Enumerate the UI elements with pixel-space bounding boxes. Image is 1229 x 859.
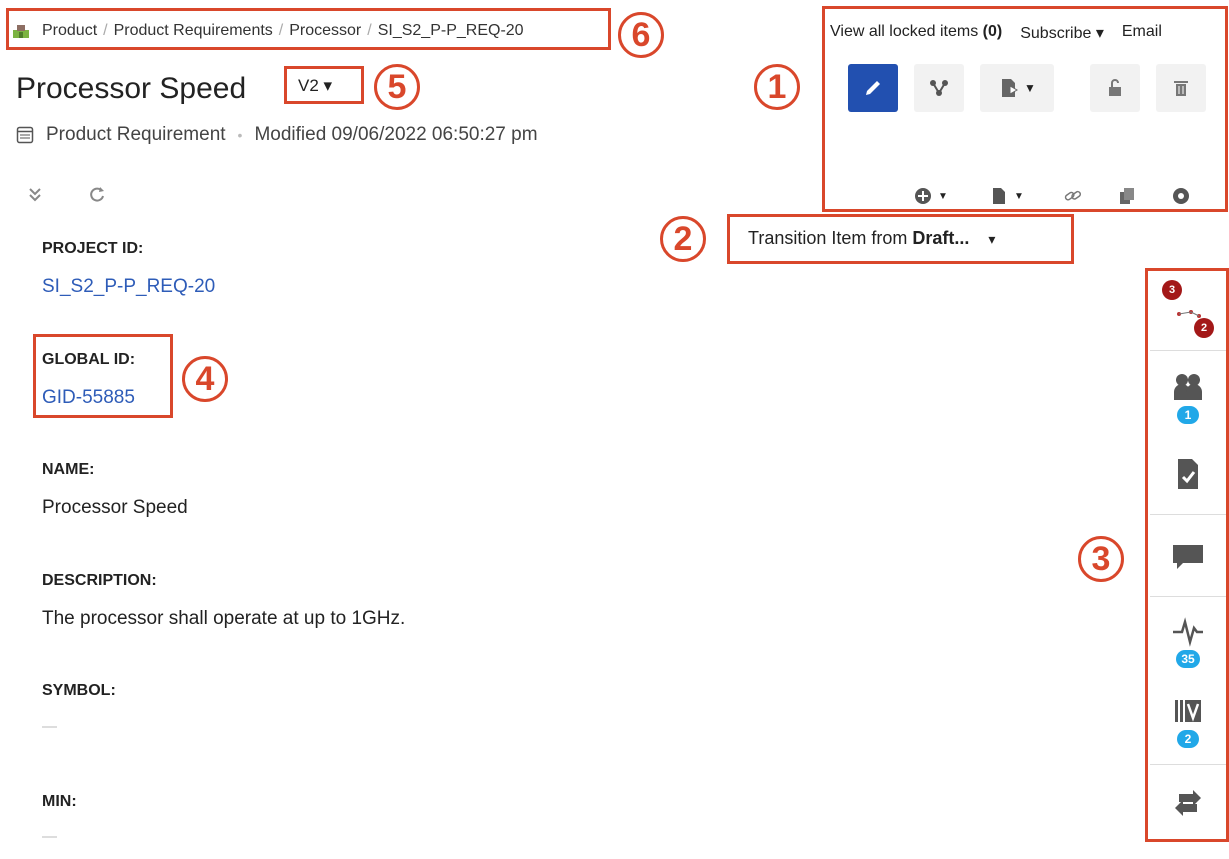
callout-box-4 <box>33 334 173 418</box>
page-title: Processor Speed <box>16 72 247 105</box>
name-value: Processor Speed <box>42 497 188 518</box>
item-meta: Product Requirement • Modified 09/06/202… <box>16 124 538 146</box>
project-id-link[interactable]: SI_S2_P-P_REQ-20 <box>42 276 215 298</box>
callout-box-2 <box>727 214 1074 264</box>
min-value: — <box>42 828 57 845</box>
field-label-project-id: PROJECT ID: <box>42 240 144 257</box>
field-label-symbol: SYMBOL: <box>42 682 116 699</box>
callout-box-6 <box>6 8 611 50</box>
item-type: Product Requirement <box>46 124 226 145</box>
callout-box-5 <box>284 66 364 104</box>
callout-number-4: 4 <box>182 356 228 402</box>
callout-number-1: 1 <box>754 64 800 110</box>
callout-number-3: 3 <box>1078 536 1124 582</box>
field-label-min: MIN: <box>42 793 77 810</box>
callout-number-2: 2 <box>660 216 706 262</box>
refresh-icon[interactable] <box>88 185 106 203</box>
callout-box-3 <box>1145 268 1229 842</box>
field-label-name: NAME: <box>42 461 95 478</box>
expand-all-icon[interactable] <box>26 185 44 203</box>
callout-box-1 <box>822 6 1228 212</box>
field-label-description: DESCRIPTION: <box>42 572 157 589</box>
callout-number-5: 5 <box>374 64 420 110</box>
item-type-icon <box>16 126 34 144</box>
symbol-value: — <box>42 718 57 735</box>
callout-number-6: 6 <box>618 12 664 58</box>
content-tools <box>26 185 106 203</box>
meta-separator: • <box>237 127 243 143</box>
description-value: The processor shall operate at up to 1GH… <box>42 608 406 629</box>
modified-timestamp: Modified 09/06/2022 06:50:27 pm <box>254 124 538 145</box>
